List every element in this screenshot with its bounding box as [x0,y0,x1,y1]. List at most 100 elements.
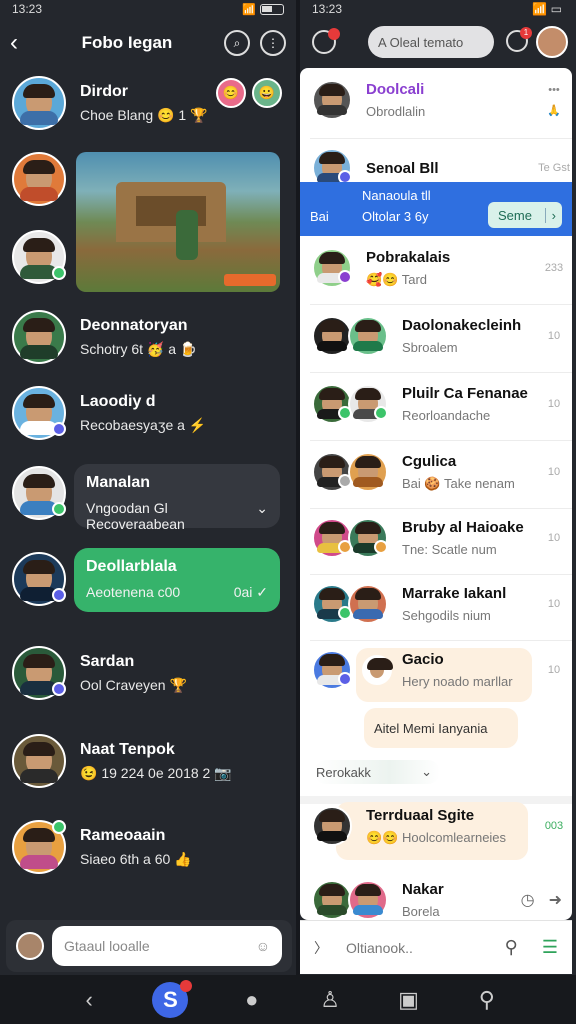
avatar [12,552,66,606]
item-name: Terrduaal Sgite [366,806,475,824]
chat-name: Rameoaain [80,826,166,844]
left-chat-pane: 13:23 📶 ‹ Fobo Iegan ⌕ ⋮ 😊 😀 Dirdor Choe… [0,0,296,975]
chat-name: Manalan [86,474,151,491]
chat-preview: Aeotenena c00 [86,584,181,600]
list-item[interactable]: Pobrakalais 🥰😊 Tard 233 [300,248,572,288]
list-item[interactable]: Doolcali Obrodlalin ••• 🙏 [300,80,572,120]
item-sub: Borela [402,904,440,919]
attach-icon[interactable]: ⚲ [505,937,518,958]
read-status: 0ai ✓ [233,584,268,600]
notification-count: 1 [520,27,532,39]
list-item[interactable]: Marrake Iakanl Sehgodils nium 10 [300,584,572,624]
item-name: Gacio [402,651,444,668]
item-count: 10 [547,664,561,676]
forward-icon[interactable]: ➜ [549,890,562,910]
message-input-bar: Gtaaul looalle ☺ [6,920,292,972]
chat-avatar-only[interactable] [12,152,66,206]
list-icon[interactable]: ☰ [542,937,558,958]
game-image-card[interactable] [76,152,280,292]
chat-item[interactable]: Rameoaain Siaeo 6th a 60 👍 [12,820,192,874]
chevron-down-icon[interactable]: ⌄ [256,500,268,532]
chat-list: Doolcali Obrodlalin ••• 🙏 Senoal Bll Te G… [300,68,572,920]
chat-name: Laoodiy d [80,392,156,410]
chat-item[interactable]: Naat Tenpok 😉 19 224 0e 2018 2 📷 [12,734,232,788]
chat-item[interactable]: Deonnatoryan Schotry 6t 🥳 a 🍺 [12,310,197,364]
app-icon[interactable]: S [152,979,193,1018]
chat-item[interactable]: Laoodiy d Recobaesyaӡe a ⚡ [12,386,206,440]
chevron-right-icon: › [544,207,562,223]
selected-prefix: Bai [310,209,329,224]
item-count: 10 [547,330,561,342]
item-sub: Hery noado marllar [402,674,513,689]
item-sub: 🥰😊 Tard [366,271,428,287]
mic-icon[interactable]: ⚲ [472,985,502,1015]
user-avatar[interactable] [16,932,44,960]
item-name: Daolonakecleinh [402,317,522,334]
profile-avatar[interactable] [536,26,568,58]
battery-icon [260,3,284,15]
message-input[interactable]: Gtaaul looalle ☺ [52,926,282,966]
chat-preview: Schotry 6t 🥳 a 🍺 [80,340,198,357]
sticker-icon[interactable]: ☺ [256,938,270,954]
clock-icon[interactable]: ◷ [521,890,535,910]
activity-icon[interactable] [312,28,340,54]
chat-bubble-active[interactable]: Deollarblala Aeotenena c00 0ai ✓ [74,548,280,612]
send-button[interactable]: Seme › [488,202,562,228]
chat-avatar[interactable] [12,466,66,520]
item-name: Bruby al Haioake [402,519,524,536]
item-name: Senoal Bll [366,159,439,177]
list-item[interactable]: Daolonakecleinh Sbroalem 10 [300,316,572,356]
profile-icon[interactable]: ♙ [315,985,345,1015]
chevron-down-icon: ⌄ [421,764,432,779]
page-title: Fobo Iegan [81,33,173,52]
avatar [12,646,66,700]
expand-icon[interactable]: 〉 [314,938,328,958]
avatar [12,820,66,874]
selected-row[interactable]: Nanaoula tll Bai Oltolar 3 6y Seme › [300,182,572,236]
selected-line-2: Oltolar 3 6y [362,209,429,224]
wifi-icon: 📶 [242,3,256,16]
chat-avatar-only[interactable] [12,230,66,284]
chat-name: Dirdor [80,82,128,100]
list-item[interactable]: Pluilr Ca Fenanae Reorloandache 10 [300,384,572,424]
item-name: Pobrakalais [366,248,451,266]
status-time: 13:23 [312,2,343,16]
compose-input[interactable]: Oltianook.. [346,940,505,956]
left-header: ‹ Fobo Iegan ⌕ ⋮ [0,18,296,68]
back-arrow-icon[interactable]: ‹ [10,29,40,57]
item-count: 10 [547,466,561,478]
avatar [12,230,66,284]
more-options-icon[interactable]: ⋮ [260,30,286,56]
chat-name: Deonnatoryan [80,316,188,334]
camera-icon[interactable]: ● [237,985,267,1015]
avatar [12,76,66,130]
draft-chip[interactable]: Rerokakk ⌄ [314,760,440,784]
chat-avatar[interactable] [12,552,66,606]
chat-bubble[interactable]: Manalan Vngoodan Gl Recoveraabean ⌄ [74,464,280,532]
list-item[interactable]: Bruby al Haioake Tne: Scatle num 10 [300,518,572,558]
status-bar: 13:23 📶 [0,0,296,18]
item-time: Te Gst [538,162,570,174]
chat-preview: Choe Blang 😊 1 🏆 [80,106,208,123]
window-icon[interactable]: ▣ [393,985,423,1015]
list-item[interactable]: Gacio Hery noado marllar 10 [300,650,572,690]
sticker-avatar[interactable]: 😊 [216,78,246,108]
notifications-icon[interactable]: 1 [506,27,532,52]
back-icon[interactable]: ‹ [74,985,104,1015]
item-name: Cgulica [402,452,457,470]
chat-item[interactable]: Sardan Ool Craveyen 🏆 [12,646,187,700]
chat-item[interactable]: Dirdor Choe Blang 😊 1 🏆 [12,76,207,130]
reply-bubble[interactable]: Aitel Memi Ianyania [364,708,518,748]
search-icon[interactable]: ⌕ [224,30,250,56]
friend-avatar[interactable]: 😀 [252,78,282,108]
search-bar[interactable]: A Oleal temato [368,26,494,58]
compose-bar: 〉 Oltianook.. ⚲ ☰ [300,920,572,974]
chat-preview: Ool Craveyen 🏆 [80,676,187,693]
item-sub: Sbroalem [402,340,458,355]
more-icon[interactable]: ••• [536,84,572,96]
list-item[interactable]: Terrduaal Sgite 😊😊 Hoolcomlearneies 003 [300,806,572,846]
list-item[interactable]: Nakar Borela ◷ ➜ [300,880,572,920]
list-item[interactable]: Cgulica Bai 🍪 Take nenam 10 [300,452,572,492]
item-count: 233 [544,262,564,274]
reaction-icon: 🙏 [547,104,561,117]
